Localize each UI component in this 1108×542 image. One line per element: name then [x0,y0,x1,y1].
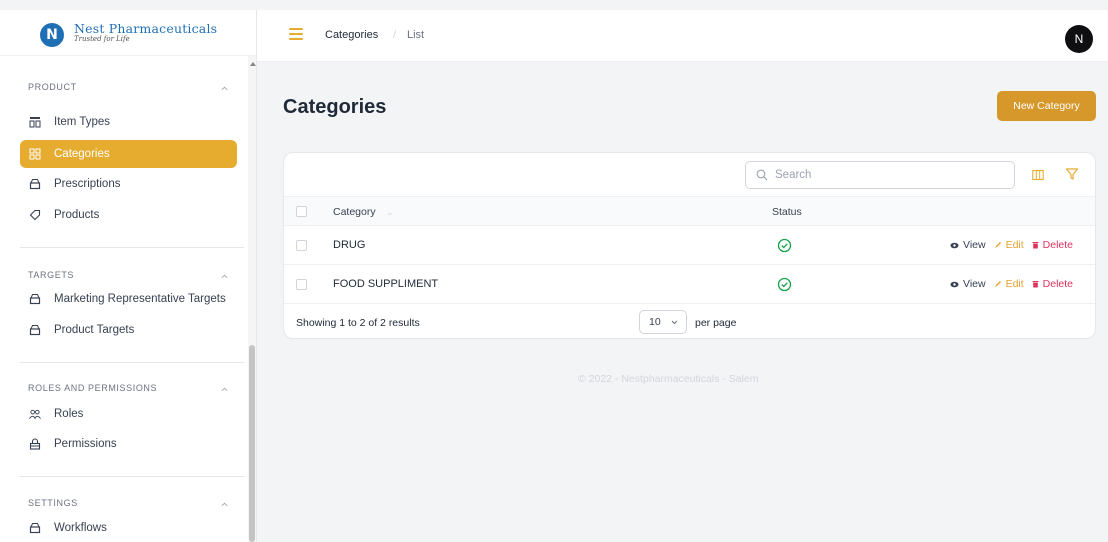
filter-icon[interactable] [1065,167,1079,181]
categories-icon [29,148,41,160]
bag-icon [29,293,41,305]
chevron-up-icon[interactable] [221,85,228,92]
bag-icon [29,522,41,534]
breadcrumb-categories[interactable]: Categories [325,29,378,41]
chevron-down-icon [671,320,678,325]
row-checkbox[interactable] [296,279,307,290]
sidebar-item-workflows[interactable]: Workflows [20,514,237,542]
divider [20,247,244,248]
item-types-icon [29,116,41,128]
edit-action[interactable]: Edit [994,239,1024,251]
row-checkbox[interactable] [296,240,307,251]
eye-icon [950,242,959,248]
categories-table-card: Category ⌄ Status DRUG View Edit Delete … [283,152,1096,339]
search-box[interactable] [745,161,1015,189]
group-settings-title[interactable]: SETTINGS [28,498,78,508]
brand[interactable]: N Nest Pharmaceuticals Trusted for Life [0,10,256,56]
tag-icon [29,209,41,221]
group-targets-title[interactable]: TARGETS [28,270,74,280]
per-page-label: per page [695,317,737,329]
view-action[interactable]: View [950,239,986,251]
chevron-up-icon[interactable] [221,501,228,508]
brand-name: Nest Pharmaceuticals [74,21,218,36]
sidebar-item-roles[interactable]: Roles [20,400,237,428]
sidebar-item-permissions[interactable]: Permissions [20,430,237,458]
per-page-select[interactable]: 10 [639,310,687,334]
pencil-icon [994,242,1001,248]
chevron-up-icon[interactable] [221,386,228,393]
brand-tagline: Trusted for Life [74,35,130,43]
sidebar-item-label: Products [54,209,100,221]
column-header-status: Status [772,206,802,218]
new-category-button[interactable]: New Category [997,91,1096,121]
sidebar-item-label: Categories [54,148,110,160]
divider [20,476,244,477]
divider [20,362,244,363]
select-all-checkbox[interactable] [296,206,307,217]
lock-icon [29,438,41,450]
menu-icon[interactable] [289,28,303,40]
sidebar-item-label: Roles [54,408,84,420]
avatar[interactable]: N [1065,25,1093,53]
bag-icon [29,178,41,190]
category-name: DRUG [333,239,366,251]
scroll-up-icon[interactable] [250,62,256,66]
sidebar-item-label: Item Types [54,116,111,128]
column-header-category[interactable]: Category [333,206,376,218]
eye-icon [950,281,959,287]
sidebar-item-label: Prescriptions [54,178,121,190]
sidebar-item-item-types[interactable]: Item Types [20,108,237,136]
view-action[interactable]: View [950,278,986,290]
table-row: FOOD SUPPLIMENT View Edit Delete [284,265,1095,304]
trash-icon [1032,281,1039,288]
bag-icon [29,324,41,336]
sidebar-item-prescriptions[interactable]: Prescriptions [20,170,237,198]
table-header: Category ⌄ Status [284,196,1095,226]
delete-action[interactable]: Delete [1032,239,1073,251]
columns-icon[interactable] [1032,169,1044,181]
sidebar-item-categories[interactable]: Categories [20,140,237,168]
check-circle-icon [777,277,792,292]
trash-icon [1032,242,1039,249]
category-name: FOOD SUPPLIMENT [333,278,439,290]
table-pagination: Showing 1 to 2 of 2 results 10 per page [284,305,1095,339]
breadcrumb-separator: / [393,29,397,41]
sort-icon[interactable]: ⌄ [386,207,394,218]
row-actions: View Edit Delete [950,239,1073,251]
chevron-up-icon[interactable] [221,273,228,280]
results-summary: Showing 1 to 2 of 2 results [296,317,420,329]
sidebar-item-label: Product Targets [54,324,135,336]
breadcrumb-list: List [407,29,425,41]
sidebar-item-label: Marketing Representative Targets [54,293,226,305]
search-icon [756,169,768,181]
table-row: DRUG View Edit Delete [284,226,1095,265]
sidebar-item-label: Workflows [54,522,107,534]
sidebar-item-product-targets[interactable]: Product Targets [20,316,237,344]
footer-copyright: © 2022 - Nestpharmaceuticals - Salem [578,373,759,385]
users-icon [29,408,41,420]
sidebar-item-marketing-representative-targets[interactable]: Marketing Representative Targets [20,285,237,313]
sidebar-scroll-thumb[interactable] [249,345,255,542]
delete-action[interactable]: Delete [1032,278,1073,290]
group-product-title[interactable]: PRODUCT [28,82,77,92]
pencil-icon [994,281,1001,287]
edit-action[interactable]: Edit [994,278,1024,290]
row-actions: View Edit Delete [950,278,1073,290]
page-title: Categories [283,96,387,118]
group-roles-title[interactable]: ROLES AND PERMISSIONS [28,383,157,393]
check-circle-icon [777,238,792,253]
search-input[interactable] [775,169,995,181]
topbar: Categories / List N [257,10,1108,62]
sidebar-item-products[interactable]: Products [20,201,237,229]
brand-logo-icon: N [40,23,64,47]
sidebar-item-label: Permissions [54,438,117,450]
sidebar: N Nest Pharmaceuticals Trusted for Life … [0,10,257,542]
